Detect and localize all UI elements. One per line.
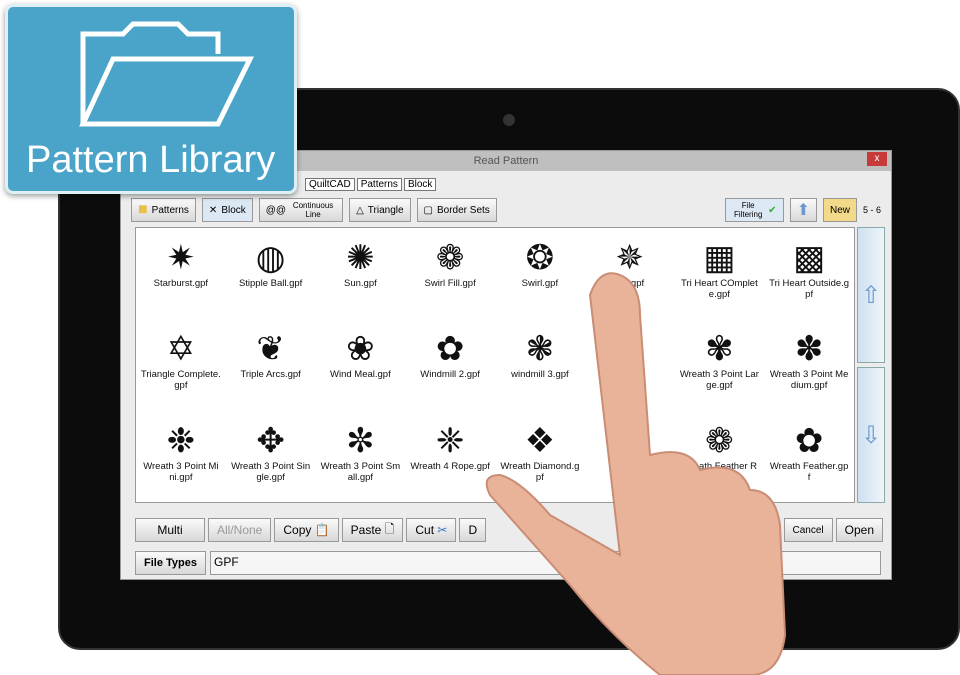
breadcrumb: QuiltCAD Patterns Block (305, 178, 438, 191)
crumb-quiltcad[interactable]: QuiltCAD (305, 178, 355, 191)
pattern-thumbnail-icon: ❦ (256, 330, 285, 369)
block-icon: ✕ (208, 204, 218, 216)
triangle-icon: △ (356, 204, 364, 216)
pattern-thumbnail-icon: ❀ (346, 330, 375, 369)
page-indicator: 5 - 6 (862, 205, 881, 215)
all-none-button[interactable]: All/None (208, 518, 272, 542)
triangle-button[interactable]: △ Triangle (349, 198, 411, 222)
file-item[interactable]: ❀ Wind Meal.gpf (316, 319, 406, 410)
label: Patterns (151, 204, 189, 216)
paste-button[interactable]: Paste 🗋 (341, 518, 404, 542)
file-name: Wreath 3 Point Mini.gpf (143, 460, 219, 483)
file-name: Starburst.gpf (153, 278, 209, 289)
pattern-thumbnail-icon: ◍ (255, 239, 286, 277)
file-item[interactable]: ✥ Wreath 3 Point Single.gpf (226, 411, 316, 502)
arrow-up-icon: ⬆ (796, 202, 810, 219)
label: New (829, 204, 850, 216)
file-types-button[interactable]: File Types (135, 551, 206, 575)
pattern-thumbnail-icon: ✺ (346, 239, 375, 277)
file-item[interactable]: ✺ Sun.gpf (316, 228, 406, 319)
file-item[interactable]: ❦ Triple Arcs.gpf (226, 319, 316, 410)
camera (503, 114, 515, 126)
logo-text: Pattern Library (26, 139, 276, 181)
file-item[interactable]: ❉ Wreath 3 Point Mini.gpf (136, 411, 226, 502)
copy-icon: 📋 (314, 523, 330, 537)
continuous-line-button[interactable]: @@ Continuous Line (258, 198, 344, 222)
label: Cut (415, 523, 435, 537)
scrollbar[interactable]: ⇧ ⇩ (857, 227, 885, 503)
label: Triangle (367, 204, 404, 216)
file-name: Wreath 3 Point Small.gpf (320, 460, 401, 483)
label: Block (221, 204, 246, 216)
file-item[interactable]: ◍ Stipple Ball.gpf (226, 228, 316, 319)
copy-button[interactable]: Copy 📋 (274, 518, 339, 542)
folder-icon: ■ (138, 201, 148, 218)
file-name: Wreath 3 Point Single.gpf (231, 460, 311, 483)
file-filtering-button[interactable]: File Filtering ✔ (725, 198, 784, 222)
block-button[interactable]: ✕ Block (201, 198, 253, 222)
pattern-library-logo: Pattern Library (5, 4, 297, 194)
pattern-thumbnail-icon: ✷ (166, 239, 196, 277)
pattern-thumbnail-icon: ✼ (346, 421, 375, 460)
label: File Filtering (733, 201, 763, 219)
file-name: Triangle Complete.gpf (140, 369, 221, 392)
check-icon: ✔ (768, 204, 777, 216)
file-name: Wind Meal.gpf (330, 369, 391, 381)
close-button[interactable]: x (867, 152, 887, 166)
label: Paste (350, 523, 382, 537)
crumb-block[interactable]: Block (403, 178, 437, 191)
file-name: Sun.gpf (344, 278, 377, 289)
pointing-hand (485, 272, 787, 675)
window-title: Read Pattern (473, 155, 539, 167)
patterns-button[interactable]: ■ Patterns (131, 198, 196, 222)
new-folder-button[interactable]: New (822, 198, 857, 222)
border-icon: ▢ (423, 204, 433, 216)
file-name: Triple Arcs.gpf (240, 369, 301, 381)
folder-icon (79, 21, 255, 127)
label: Copy (283, 523, 312, 537)
label: Continuous Line (292, 201, 334, 219)
scroll-down-button[interactable]: ⇩ (857, 367, 885, 503)
spiral-icon: @@ (265, 204, 287, 216)
file-item[interactable]: ✼ Wreath 3 Point Small.gpf (316, 411, 406, 502)
pattern-thumbnail-icon: ✥ (256, 421, 285, 460)
scissors-icon: ✂ (437, 523, 448, 537)
border-sets-button[interactable]: ▢ Border Sets (416, 198, 497, 222)
toolbar: ■ Patterns ✕ Block @@ Continuous Line △ Tria… (131, 197, 881, 223)
paste-icon: 🗋 (384, 521, 395, 536)
pattern-thumbnail-icon: ✡ (166, 330, 196, 369)
file-item[interactable]: ✷ Starburst.gpf (136, 228, 226, 319)
label: Border Sets (437, 204, 490, 216)
file-name: Stipple Ball.gpf (238, 278, 303, 289)
scroll-up-button[interactable]: ⇧ (857, 227, 885, 363)
open-button[interactable]: Open (835, 518, 883, 542)
crumb-patterns[interactable]: Patterns (356, 178, 402, 191)
up-button[interactable]: ⬆ (789, 198, 817, 222)
cut-button[interactable]: Cut ✂ (406, 518, 457, 542)
pattern-thumbnail-icon: ❉ (166, 421, 196, 460)
multi-button[interactable]: Multi (135, 518, 205, 542)
file-item[interactable]: ✡ Triangle Complete.gpf (136, 319, 226, 410)
